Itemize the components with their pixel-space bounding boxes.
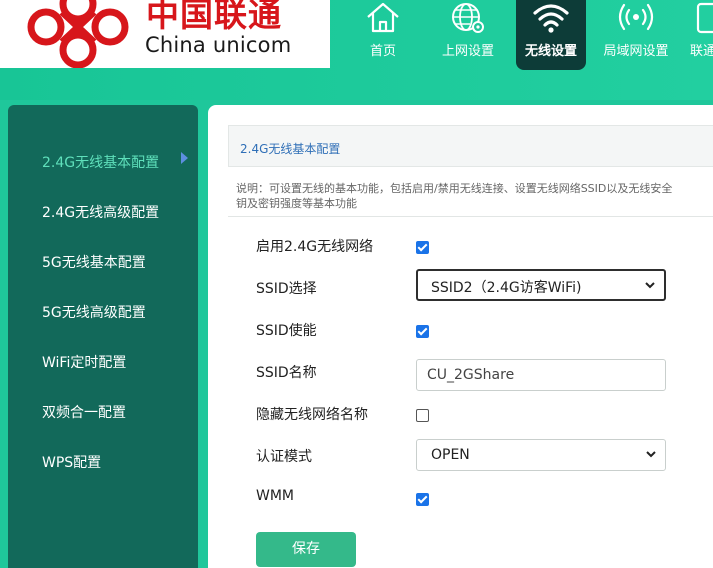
chevron-down-icon bbox=[646, 451, 656, 458]
main-panel: 2.4G无线基本配置 说明：可设置无线的基本功能，包括启用/禁用无线连接、设置无… bbox=[208, 105, 713, 568]
nav-internet-settings[interactable]: 上网设置 bbox=[430, 0, 506, 70]
ssid-select-value: SSID2（2.4G访客WiFi) bbox=[431, 280, 582, 296]
hide-ssid-checkbox[interactable] bbox=[416, 409, 429, 422]
enable-wireless-label: 启用2.4G无线网络 bbox=[256, 239, 374, 255]
description-line: 说明：可设置无线的基本功能，包括启用/禁用无线连接、设置无线网络SSID以及无线… bbox=[236, 182, 673, 210]
ssid-enable-checkbox[interactable] bbox=[416, 325, 429, 338]
ssid-select-label: SSID选择 bbox=[256, 281, 317, 297]
sidebar-item-5g-advanced[interactable]: 5G无线高级配置 bbox=[42, 302, 146, 322]
nav-home[interactable]: 首页 bbox=[352, 0, 414, 70]
description-text: 说明：可设置无线的基本功能，包括启用/禁用无线连接、设置无线网络SSID以及无线… bbox=[236, 181, 713, 211]
wmm-checkbox[interactable] bbox=[416, 493, 429, 506]
brand-name-cn: 中国联通 bbox=[146, 0, 282, 34]
globe-settings-icon bbox=[452, 3, 484, 33]
sidebar-item-dual-band[interactable]: 双频合一配置 bbox=[42, 402, 126, 422]
enable-wireless-checkbox[interactable] bbox=[416, 241, 429, 254]
wmm-label: WMM bbox=[256, 488, 295, 504]
sidebar-item-wps[interactable]: WPS配置 bbox=[42, 452, 101, 472]
nav-unicom[interactable]: 联通 bbox=[684, 0, 713, 70]
sidebar-item-24g-advanced[interactable]: 2.4G无线高级配置 bbox=[42, 202, 159, 222]
hide-ssid-label: 隐藏无线网络名称 bbox=[256, 407, 368, 423]
ssid-enable-label: SSID使能 bbox=[256, 323, 317, 339]
save-button[interactable]: 保存 bbox=[256, 532, 356, 567]
nav-label: 联通 bbox=[690, 44, 713, 59]
ssid-select[interactable]: SSID2（2.4G访客WiFi) bbox=[416, 269, 666, 301]
brand-name-en: China unicom bbox=[145, 33, 292, 57]
ssid-name-value: CU_2GShare bbox=[427, 367, 515, 383]
nav-label: 上网设置 bbox=[441, 44, 494, 59]
nav-lan-settings[interactable]: 局域网设置 bbox=[598, 0, 674, 70]
auth-mode-value: OPEN bbox=[431, 447, 470, 463]
divider bbox=[228, 216, 713, 217]
header-bar: 中国联通 China unicom 首页 上网设置 无线设置 局域网设置 联通 bbox=[0, 0, 713, 100]
auth-mode-select[interactable]: OPEN bbox=[416, 439, 666, 471]
nav-label: 首页 bbox=[369, 44, 396, 59]
sidebar-item-wifi-schedule[interactable]: WiFi定时配置 bbox=[42, 352, 126, 372]
home-icon bbox=[367, 2, 399, 33]
wifi-icon bbox=[533, 4, 569, 33]
section-title: 2.4G无线基本配置 bbox=[240, 142, 341, 156]
auth-mode-label: 认证模式 bbox=[256, 449, 312, 465]
ssid-name-label: SSID名称 bbox=[256, 365, 317, 381]
chevron-down-icon bbox=[645, 282, 655, 289]
signal-broadcast-icon bbox=[618, 3, 654, 31]
nav-label: 局域网设置 bbox=[603, 44, 669, 59]
phone-icon bbox=[696, 2, 713, 34]
section-header: 2.4G无线基本配置 bbox=[228, 125, 713, 167]
sidebar-item-24g-basic[interactable]: 2.4G无线基本配置 bbox=[42, 152, 159, 172]
unicom-knot-logo-icon bbox=[27, 0, 129, 68]
logo: 中国联通 China unicom bbox=[0, 0, 330, 68]
sidebar-item-5g-basic[interactable]: 5G无线基本配置 bbox=[42, 252, 146, 272]
nav-label: 无线设置 bbox=[524, 44, 577, 59]
nav-wireless-settings[interactable]: 无线设置 bbox=[516, 0, 586, 70]
sidebar: 2.4G无线基本配置 2.4G无线高级配置 5G无线基本配置 5G无线高级配置 … bbox=[8, 105, 198, 568]
ssid-name-input[interactable]: CU_2GShare bbox=[416, 359, 666, 391]
active-arrow-icon bbox=[181, 152, 188, 164]
